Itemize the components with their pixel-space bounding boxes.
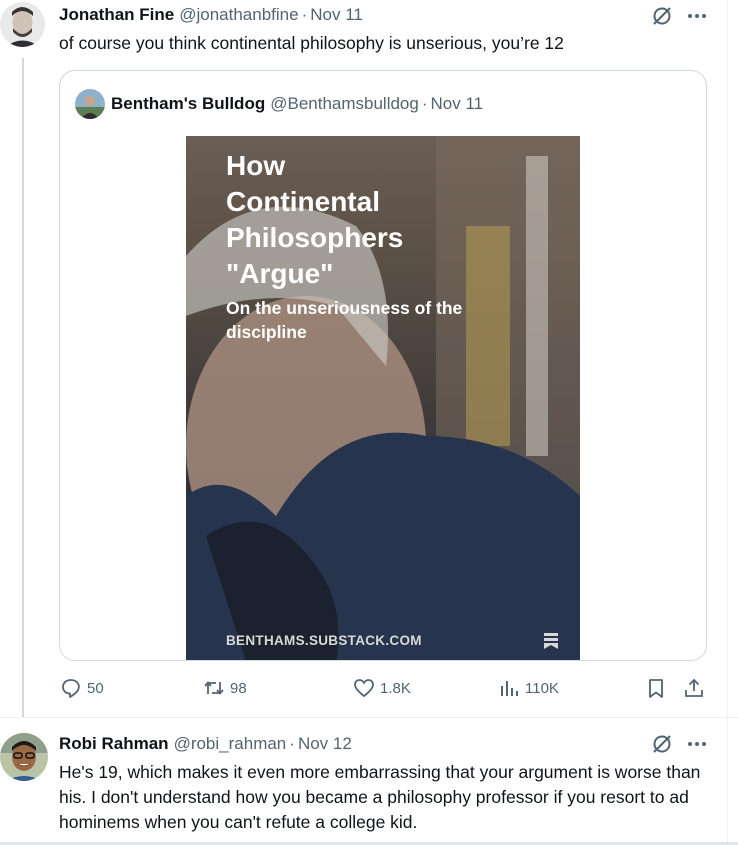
views-icon <box>501 681 518 696</box>
timeline-border <box>727 0 728 845</box>
bookmark-icon <box>649 679 663 698</box>
tweet-text: He's 19, which makes it even more embarr… <box>59 762 701 832</box>
author-handle[interactable]: @robi_rahman <box>174 734 287 754</box>
quoted-tweet-header: Bentham's Bulldog @Benthamsbulldog · Nov… <box>75 89 483 119</box>
avatar <box>75 89 105 119</box>
quoted-author-name: Bentham's Bulldog <box>111 94 266 113</box>
views-button[interactable]: 110K <box>498 677 559 699</box>
thread-connector-line <box>22 58 24 718</box>
repost-count: 98 <box>230 679 247 697</box>
media-source: BENTHAMS.SUBSTACK.COM <box>226 633 422 648</box>
author-name[interactable]: Jonathan Fine <box>59 5 174 25</box>
share-icon <box>685 678 703 697</box>
more-options-icon[interactable] <box>687 734 707 754</box>
tweet-divider <box>0 717 738 718</box>
more-options-icon[interactable] <box>687 6 707 26</box>
quoted-tweet[interactable]: Bentham's Bulldog @Benthamsbulldog · Nov… <box>59 70 707 661</box>
tweet-date[interactable]: Nov 11 <box>310 5 363 25</box>
heart-icon <box>354 679 374 697</box>
reply-button[interactable]: 50 <box>60 677 104 699</box>
media-subtitle: On the unseriousness of the discipline <box>226 298 463 342</box>
views-count: 110K <box>525 679 559 697</box>
repost-icon <box>204 681 224 695</box>
repost-button[interactable]: 98 <box>203 677 247 699</box>
tweet-action-bar: 50 98 1.8K 110K <box>60 677 708 703</box>
tweet-header: Robi Rahman @robi_rahman · Nov 12 <box>59 733 352 755</box>
tweet-text: of course you think continental philosop… <box>59 33 564 53</box>
separator-dot: · <box>289 734 295 753</box>
like-count: 1.8K <box>380 679 411 697</box>
quoted-tweet-date: Nov 11 <box>430 94 484 113</box>
bookmark-icon <box>543 632 559 655</box>
like-button[interactable]: 1.8K <box>353 677 411 699</box>
reply-count: 50 <box>87 679 104 697</box>
author-name[interactable]: Robi Rahman <box>59 734 169 754</box>
tweet-top-actions <box>651 5 707 27</box>
bookmark-button[interactable] <box>645 677 667 699</box>
grok-icon[interactable] <box>651 5 673 27</box>
separator-dot: · <box>421 94 428 113</box>
media-title: How Continental Philosophers "Argue" <box>226 150 404 289</box>
avatar[interactable] <box>0 2 45 47</box>
separator-dot: · <box>301 5 308 24</box>
tweet-top-actions <box>651 733 707 755</box>
tweet-date[interactable]: Nov 12 <box>298 734 352 754</box>
share-button[interactable] <box>683 677 705 699</box>
avatar[interactable] <box>0 733 48 781</box>
quoted-media-image[interactable]: How Continental Philosophers "Argue" On … <box>186 136 580 660</box>
reply-icon <box>62 679 80 698</box>
quoted-author-handle: @Benthamsbulldog <box>270 94 419 113</box>
author-handle[interactable]: @jonathanbfine <box>179 5 298 25</box>
tweet-header: Jonathan Fine @jonathanbfine · Nov 11 <box>59 4 363 26</box>
grok-icon[interactable] <box>651 733 673 755</box>
